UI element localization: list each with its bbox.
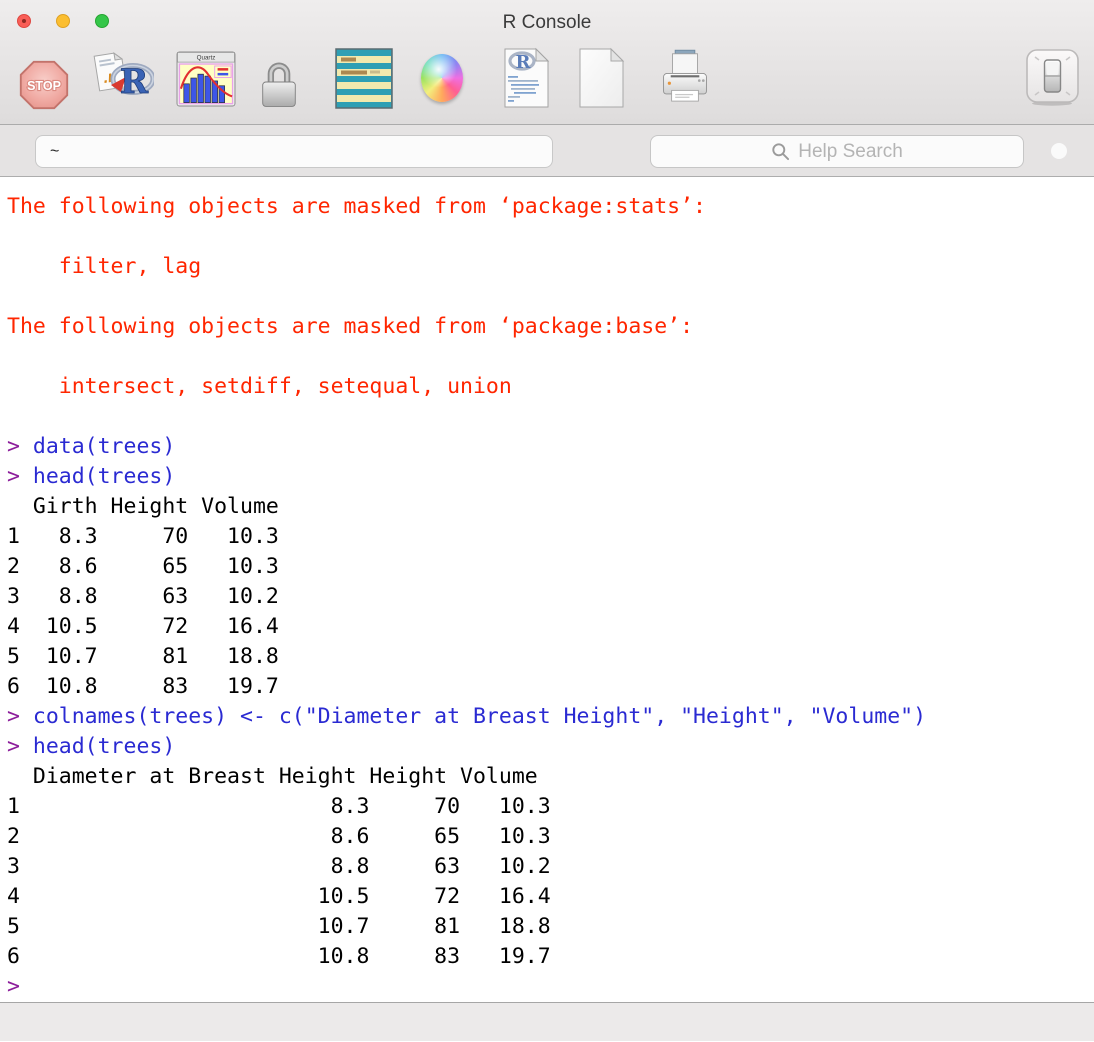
console-line — [7, 342, 1094, 372]
r-source-file-icon: .r R — [92, 47, 154, 107]
r-document-icon: R — [503, 47, 550, 109]
console-segment-stderr: The following objects are masked from ‘p… — [7, 194, 706, 219]
console-line: 1 8.3 70 10.3 — [7, 522, 1094, 552]
help-search-field[interactable]: Help Search — [650, 135, 1024, 168]
console-line: 3 8.8 63 10.2 — [7, 582, 1094, 612]
console-line: > colnames(trees) <- c("Diameter at Brea… — [7, 702, 1094, 732]
console-segment-output: 2 8.6 65 10.3 — [7, 554, 279, 579]
striped-list-icon — [334, 48, 394, 110]
svg-text:STOP: STOP — [27, 79, 61, 93]
secure-input-indicator-dot — [1051, 143, 1067, 159]
console-line: > — [7, 972, 1094, 1002]
color-wheel-icon — [421, 54, 463, 102]
quartz-plot-window-icon: Quartz — [176, 51, 236, 107]
console-segment-prompt: > — [7, 734, 33, 759]
console-line: > data(trees) — [7, 432, 1094, 462]
console-line — [7, 402, 1094, 432]
console-line: Diameter at Breast Height Height Volume — [7, 762, 1094, 792]
console-segment-prompt: > — [7, 434, 33, 459]
console-segment-output: 1 8.3 70 10.3 — [7, 524, 279, 549]
open-in-editor-button[interactable]: .r R — [92, 47, 154, 107]
lock-icon — [260, 55, 298, 109]
svg-text:Quartz: Quartz — [197, 55, 216, 62]
interrupt-button[interactable]: STOP — [18, 59, 70, 111]
console-segment-output: 5 10.7 81 18.8 — [7, 914, 551, 939]
console-segment-output: Girth Height Volume — [7, 494, 279, 519]
console-segment-input: head(trees) — [33, 734, 175, 759]
status-bar — [0, 1002, 1094, 1041]
console-line: The following objects are masked from ‘p… — [7, 192, 1094, 222]
console-segment-prompt: > — [7, 464, 33, 489]
new-document-button[interactable] — [578, 47, 625, 109]
console-line: 6 10.8 83 19.7 — [7, 942, 1094, 972]
console-line — [7, 222, 1094, 252]
console-output[interactable]: The following objects are masked from ‘p… — [0, 177, 1094, 1002]
console-segment-output: 4 10.5 72 16.4 — [7, 884, 551, 909]
console-segment-input: head(trees) — [33, 464, 175, 489]
console-line: 4 10.5 72 16.4 — [7, 882, 1094, 912]
printer-icon — [660, 45, 710, 109]
console-line: The following objects are masked from ‘p… — [7, 312, 1094, 342]
filter-bar: Help Search — [0, 125, 1094, 177]
console-segment-output: 5 10.7 81 18.8 — [7, 644, 279, 669]
console-segment-input: colnames(trees) <- c("Diameter at Breast… — [33, 704, 926, 729]
r-console-window: R Console STOP — [0, 0, 1094, 1042]
console-segment-input: data(trees) — [33, 434, 175, 459]
console-line — [7, 282, 1094, 312]
console-line: filter, lag — [7, 252, 1094, 282]
stop-icon: STOP — [18, 59, 70, 111]
svg-text:R: R — [516, 52, 532, 73]
console-line: 5 10.7 81 18.8 — [7, 912, 1094, 942]
console-line: 2 8.6 65 10.3 — [7, 552, 1094, 582]
switch-icon — [1022, 47, 1083, 107]
toggle-toolbar-button[interactable] — [1022, 47, 1083, 107]
working-directory-input[interactable] — [35, 135, 553, 168]
toolbar: STOP .r R — [0, 44, 1094, 125]
console-line: 4 10.5 72 16.4 — [7, 612, 1094, 642]
console-line: 2 8.6 65 10.3 — [7, 822, 1094, 852]
console-segment-output: 3 8.8 63 10.2 — [7, 584, 279, 609]
console-segment-output: 4 10.5 72 16.4 — [7, 614, 279, 639]
quartz-device-button[interactable]: Quartz — [176, 51, 236, 107]
console-segment-prompt: > — [7, 704, 33, 729]
console-segment-stderr: intersect, setdiff, setequal, union — [7, 374, 512, 399]
window-title: R Console — [0, 0, 1094, 44]
console-segment-stderr: filter, lag — [7, 254, 201, 279]
show-history-button[interactable] — [334, 48, 394, 110]
search-icon — [771, 142, 790, 161]
console-segment-stderr: The following objects are masked from ‘p… — [7, 314, 693, 339]
console-line: intersect, setdiff, setequal, union — [7, 372, 1094, 402]
console-line: 3 8.8 63 10.2 — [7, 852, 1094, 882]
console-segment-output: 1 8.3 70 10.3 — [7, 794, 551, 819]
set-colors-button[interactable] — [421, 54, 463, 102]
console-segment-output: 6 10.8 83 19.7 — [7, 674, 279, 699]
titlebar[interactable]: R Console — [0, 0, 1094, 44]
console-segment-prompt: > — [7, 974, 20, 999]
authentication-button[interactable] — [260, 55, 298, 109]
blank-document-icon — [578, 47, 625, 109]
console-segment-output: 2 8.6 65 10.3 — [7, 824, 551, 849]
console-line: 1 8.3 70 10.3 — [7, 792, 1094, 822]
svg-text:R: R — [120, 62, 149, 102]
search-placeholder: Help Search — [798, 141, 903, 163]
console-line: 6 10.8 83 19.7 — [7, 672, 1094, 702]
console-line: 5 10.7 81 18.8 — [7, 642, 1094, 672]
r-document-button[interactable]: R — [503, 47, 550, 109]
console-segment-output: 3 8.8 63 10.2 — [7, 854, 551, 879]
console-line: > head(trees) — [7, 462, 1094, 492]
console-line: > head(trees) — [7, 732, 1094, 762]
window-header: R Console STOP — [0, 0, 1094, 125]
print-button[interactable] — [660, 45, 710, 109]
console-line: Girth Height Volume — [7, 492, 1094, 522]
console-segment-output: Diameter at Breast Height Height Volume — [7, 764, 538, 789]
console-segment-output: 6 10.8 83 19.7 — [7, 944, 551, 969]
